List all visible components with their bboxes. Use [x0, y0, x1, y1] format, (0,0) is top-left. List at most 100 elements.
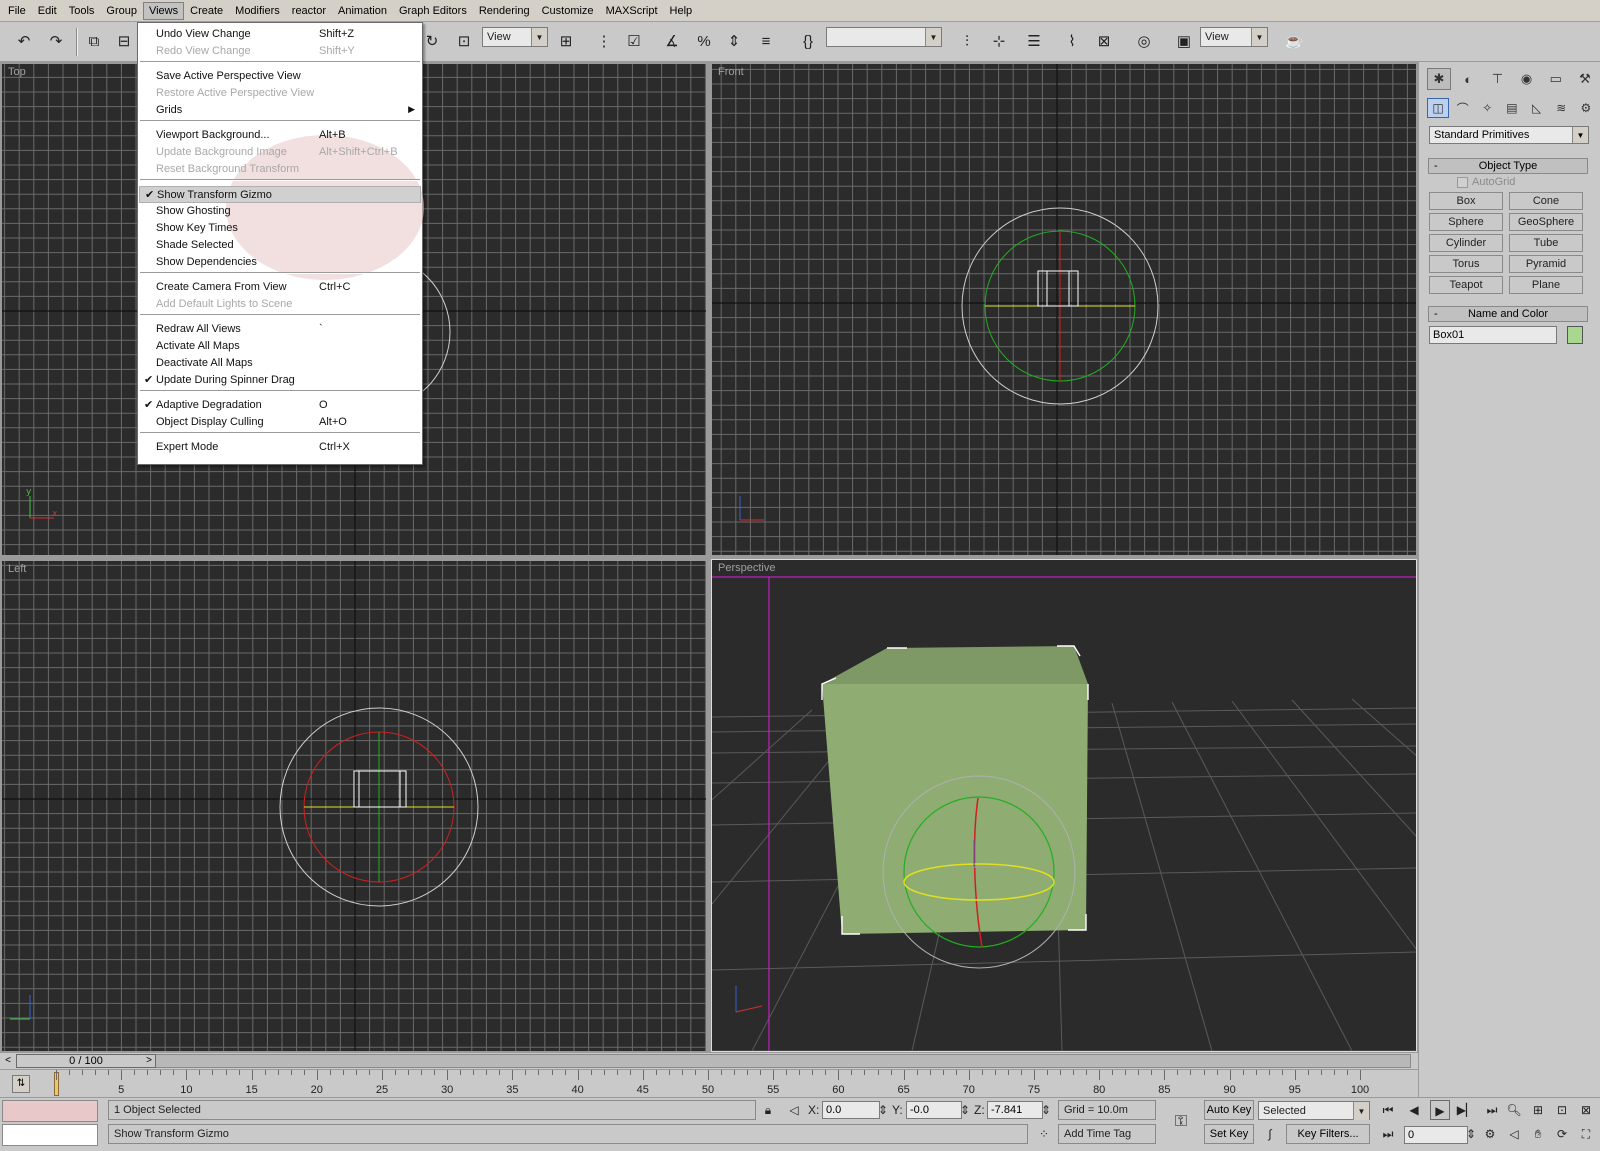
menu-help[interactable]: Help	[664, 2, 699, 20]
spinner-snap-icon[interactable]: ⇕	[722, 29, 746, 53]
zoom-extents-icon[interactable]: ⊡	[1552, 1100, 1572, 1120]
views-menu-item-expert-mode[interactable]: Expert Mode Ctrl+X	[139, 439, 421, 456]
y-coordinate-field[interactable]: -0.0	[906, 1101, 962, 1119]
menu-edit[interactable]: Edit	[32, 2, 63, 20]
lights-icon[interactable]: ✧	[1476, 98, 1498, 118]
key-filters-button[interactable]: Key Filters...	[1286, 1124, 1370, 1144]
snap-toggle-icon[interactable]: ☑	[622, 29, 646, 53]
menu-file[interactable]: File	[2, 2, 32, 20]
reference-coordinate-dropdown[interactable]: View ▼	[482, 27, 548, 47]
autogrid-checkbox[interactable]: AutoGrid	[1457, 176, 1515, 188]
space-warps-icon[interactable]: ≋	[1550, 98, 1572, 118]
views-menu-item-reset-background-transform[interactable]: Reset Background Transform	[139, 161, 421, 178]
open-mini-curve-editor-icon[interactable]: ⇅	[12, 1075, 30, 1093]
key-mode-toggle-icon[interactable]: ⏭	[1378, 1124, 1398, 1144]
arc-rotate-icon[interactable]: ⟳	[1552, 1124, 1572, 1144]
helpers-icon[interactable]: ◺	[1526, 98, 1548, 118]
sphere-button[interactable]: Sphere	[1429, 213, 1503, 231]
plane-button[interactable]: Plane	[1509, 276, 1583, 294]
previous-frame-icon[interactable]: ◀	[1404, 1100, 1424, 1120]
maxscript-listener-output[interactable]	[2, 1100, 98, 1122]
views-menu-item-redo-view-change[interactable]: Redo View Change Shift+Y	[139, 43, 421, 60]
rotate-icon[interactable]: ↻	[420, 29, 444, 53]
named-selection-icon[interactable]: ≡	[754, 29, 778, 53]
views-menu-item-adaptive-degradation[interactable]: ✔ Adaptive Degradation O	[139, 397, 421, 414]
go-to-start-icon[interactable]: ⏮	[1378, 1100, 1398, 1120]
field-of-view-icon[interactable]: ◁	[1504, 1124, 1524, 1144]
spinner-arrows-icon[interactable]: ⇕	[960, 1100, 970, 1120]
edit-named-selection-icon[interactable]: {}	[796, 29, 820, 53]
views-menu-item-update-background-image[interactable]: Update Background Image Alt+Shift+Ctrl+B	[139, 144, 421, 161]
maximize-viewport-icon[interactable]: ⛶	[1576, 1124, 1596, 1144]
cone-button[interactable]: Cone	[1509, 192, 1583, 210]
quick-render-icon[interactable]: ☕	[1282, 29, 1306, 53]
hierarchy-tab-icon[interactable]: ⊤	[1485, 68, 1509, 90]
front-viewport[interactable]: Front	[712, 64, 1416, 555]
scale-icon[interactable]: ⊡	[452, 29, 476, 53]
box-button[interactable]: Box	[1429, 192, 1503, 210]
views-menu-item-object-display-culling[interactable]: Object Display Culling Alt+O	[139, 414, 421, 431]
object-type-rollout-header[interactable]: - Object Type	[1428, 158, 1588, 174]
object-color-swatch[interactable]	[1567, 326, 1583, 344]
viewport-label[interactable]: Perspective	[718, 562, 775, 574]
cylinder-button[interactable]: Cylinder	[1429, 234, 1503, 252]
zoom-icon[interactable]: 🔍︎	[1504, 1100, 1524, 1120]
menu-reactor[interactable]: reactor	[286, 2, 332, 20]
name-and-color-rollout-header[interactable]: - Name and Color	[1428, 306, 1588, 322]
views-menu-item-restore-active-perspective-view[interactable]: Restore Active Perspective View	[139, 85, 421, 102]
spinner-arrows-icon[interactable]: ⇕	[1041, 1100, 1051, 1120]
default-in-out-tangents-icon[interactable]: ∫	[1260, 1124, 1280, 1144]
views-menu-item-add-default-lights-to-scene[interactable]: Add Default Lights to Scene	[139, 296, 421, 313]
time-slider-next-icon[interactable]: >	[142, 1054, 156, 1068]
manipulate-icon[interactable]: ⋮	[592, 29, 616, 53]
viewport-label[interactable]: Front	[718, 66, 744, 78]
geosphere-button[interactable]: GeoSphere	[1509, 213, 1583, 231]
unlink-icon[interactable]: ⊟	[112, 29, 136, 53]
undo-icon[interactable]: ↶	[12, 29, 36, 53]
left-viewport[interactable]: Left	[2, 561, 706, 1051]
maxscript-listener-input[interactable]	[2, 1124, 98, 1146]
auto-key-button[interactable]: Auto Key	[1204, 1100, 1254, 1120]
curve-editor-icon[interactable]: ⌇	[1060, 29, 1084, 53]
spinner-arrows-icon[interactable]: ⇕	[878, 1100, 888, 1120]
pan-icon[interactable]: ✋︎	[1528, 1124, 1548, 1144]
absolute-mode-icon[interactable]: ◁	[784, 1100, 804, 1120]
add-time-tag-button[interactable]: Add Time Tag	[1058, 1124, 1156, 1144]
menu-animation[interactable]: Animation	[332, 2, 393, 20]
perspective-viewport[interactable]: Perspective	[711, 559, 1417, 1052]
zoom-all-icon[interactable]: ⊞	[1528, 1100, 1548, 1120]
material-editor-icon[interactable]: ◎	[1132, 29, 1156, 53]
track-bar[interactable]: ⇅ 5 10 15 20 25 30 35 40 45 50 55 60 65 70 75 80 85 90 95 1…	[0, 1069, 1418, 1097]
render-type-dropdown[interactable]: View ▼	[1200, 27, 1268, 47]
views-menu-item-show-transform-gizmo[interactable]: ✔ Show Transform Gizmo	[139, 186, 421, 203]
shapes-icon[interactable]: ⌒	[1452, 98, 1474, 118]
set-key-icon[interactable]: ⚿	[1168, 1112, 1194, 1132]
systems-icon[interactable]: ⚙	[1575, 98, 1597, 118]
percent-snap-icon[interactable]: %	[692, 29, 716, 53]
views-menu-item-shade-selected[interactable]: Shade Selected	[139, 237, 421, 254]
cameras-icon[interactable]: ▤	[1501, 98, 1523, 118]
views-menu-item-undo-view-change[interactable]: Undo View Change Shift+Z	[139, 26, 421, 43]
select-and-link-icon[interactable]: ⧉	[82, 29, 106, 53]
redo-icon[interactable]: ↷	[44, 29, 68, 53]
angle-snap-icon[interactable]: ∡	[660, 29, 684, 53]
teapot-button[interactable]: Teapot	[1429, 276, 1503, 294]
viewport-label[interactable]: Top	[8, 66, 26, 78]
views-menu-item-show-dependencies[interactable]: Show Dependencies	[139, 254, 421, 271]
create-tab-icon[interactable]: ✱	[1427, 68, 1451, 90]
time-slider-thumb[interactable]: 0 / 100	[16, 1054, 156, 1068]
views-menu-item-redraw-all-views[interactable]: Redraw All Views `	[139, 321, 421, 338]
x-coordinate-field[interactable]: 0.0	[822, 1101, 880, 1119]
time-configuration-icon[interactable]: ⚙	[1480, 1124, 1500, 1144]
mirror-icon[interactable]: ⫶	[955, 29, 979, 53]
zoom-extents-all-icon[interactable]: ⊠	[1576, 1100, 1596, 1120]
set-key-button[interactable]: Set Key	[1204, 1124, 1254, 1144]
views-menu-item-viewport-background[interactable]: Viewport Background... Alt+B	[139, 127, 421, 144]
tube-button[interactable]: Tube	[1509, 234, 1583, 252]
current-frame-field[interactable]: 0	[1404, 1126, 1468, 1144]
torus-button[interactable]: Torus	[1429, 255, 1503, 273]
views-menu-item-activate-all-maps[interactable]: Activate All Maps	[139, 338, 421, 355]
views-menu-item-show-ghosting[interactable]: Show Ghosting	[139, 203, 421, 220]
time-slider-prev-icon[interactable]: <	[1, 1054, 15, 1068]
z-coordinate-field[interactable]: -7.841	[987, 1101, 1043, 1119]
